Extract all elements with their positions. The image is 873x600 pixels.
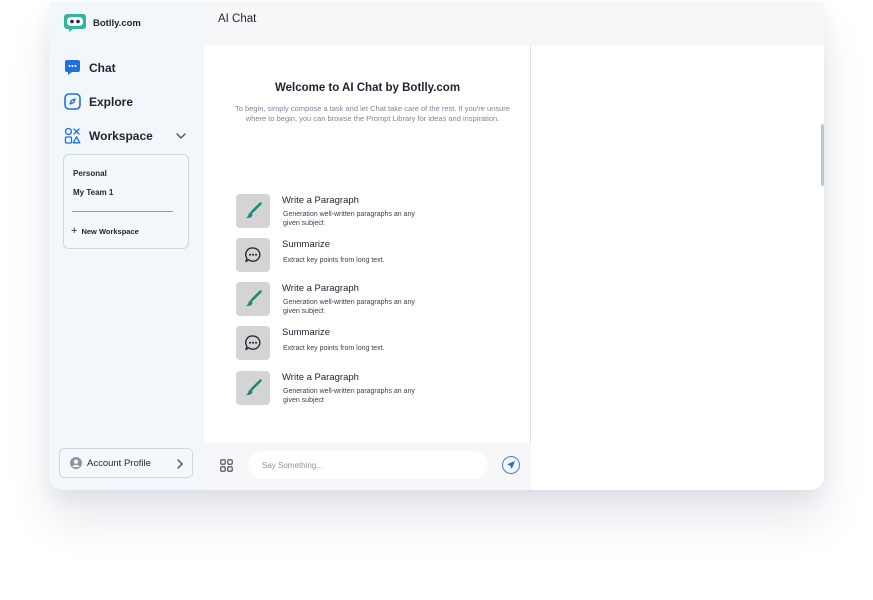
avatar-icon [70, 457, 82, 469]
prompt-title: Summarize [282, 239, 331, 250]
chat-panel: Welcome to AI Chat by Botlly.com To begi… [204, 46, 531, 490]
prompt-title: Summarize [282, 327, 331, 338]
brand[interactable]: Botlly.com [63, 13, 141, 33]
compass-icon [64, 93, 81, 110]
app-window: Botlly.com Chat Explore Workspace Person… [49, 2, 824, 490]
sidebar-item-label: Chat [89, 60, 116, 75]
workspace-item-team[interactable]: My Team 1 [73, 188, 113, 197]
prompt-title: Write a Paragraph [282, 372, 359, 383]
speech-bubble-icon [245, 335, 261, 351]
prompt-card-write-paragraph[interactable]: Write a Paragraph Generation well-writte… [236, 282, 476, 318]
brush-icon [246, 202, 262, 219]
prompt-icon-box [236, 326, 270, 360]
prompt-card-write-paragraph[interactable]: Write a Paragraph Generation well-writte… [236, 371, 476, 407]
new-workspace-label: New Workspace [81, 227, 139, 236]
prompt-card-summarize[interactable]: Summarize Extract key points from long t… [236, 238, 476, 274]
welcome-description: To begin, simply compose a task and let … [235, 104, 510, 123]
workspace-list: Personal My Team 1 + New Workspace [63, 154, 189, 249]
prompt-description: Extract key points from long text. [283, 257, 385, 264]
brush-icon [246, 290, 262, 307]
prompt-icon-box [236, 371, 270, 405]
sidebar-item-explore[interactable]: Explore [64, 93, 133, 110]
sidebar-item-label: Workspace [89, 128, 153, 143]
send-button[interactable] [502, 456, 520, 474]
brand-name: Botlly.com [93, 17, 141, 29]
preview-panel [532, 46, 824, 490]
prompt-description: Generation well-written paragraphs an an… [283, 211, 415, 227]
top-bar: AI Chat [204, 2, 824, 46]
prompt-icon-box [236, 282, 270, 316]
sidebar-item-workspace[interactable]: Workspace [64, 127, 153, 144]
prompt-card-write-paragraph[interactable]: Write a Paragraph Generation well-writte… [236, 194, 476, 230]
prompt-title: Write a Paragraph [282, 195, 359, 206]
sidebar-item-label: Explore [89, 94, 134, 109]
message-input[interactable] [248, 451, 488, 479]
plus-icon: + [71, 225, 78, 237]
prompt-description: Generation well-written paragraphs an an… [283, 299, 415, 315]
robot-logo-icon [64, 14, 86, 32]
scrollbar[interactable] [821, 124, 824, 186]
prompt-description: Extract key points from long text. [283, 345, 385, 352]
send-icon [507, 461, 515, 469]
workspace-item-personal[interactable]: Personal [73, 169, 107, 178]
welcome-title: Welcome to AI Chat by Botlly.com [274, 82, 461, 94]
sidebar-item-chat[interactable]: Chat [64, 59, 116, 76]
speech-bubble-icon [245, 247, 261, 263]
apps-grid-icon[interactable] [220, 459, 233, 472]
account-profile-button[interactable]: Account Profile [59, 448, 193, 478]
prompt-title: Write a Paragraph [282, 283, 359, 294]
prompt-card-summarize[interactable]: Summarize Extract key points from long t… [236, 326, 476, 362]
chat-bubble-icon [65, 60, 80, 75]
prompt-description: Generation well-written paragraphs an an… [283, 388, 415, 404]
chevron-right-icon [177, 459, 183, 469]
message-composer [204, 442, 531, 490]
page-title: AI Chat [218, 13, 257, 25]
shapes-grid-icon [64, 127, 81, 144]
account-label: Account Profile [87, 457, 151, 469]
sidebar: Botlly.com Chat Explore Workspace Person… [49, 2, 204, 490]
new-workspace-button[interactable]: + New Workspace [71, 226, 139, 237]
divider [72, 211, 173, 212]
prompt-icon-box [236, 194, 270, 228]
brush-icon [246, 379, 262, 396]
prompt-icon-box [236, 238, 270, 272]
chevron-down-icon[interactable] [176, 132, 186, 140]
